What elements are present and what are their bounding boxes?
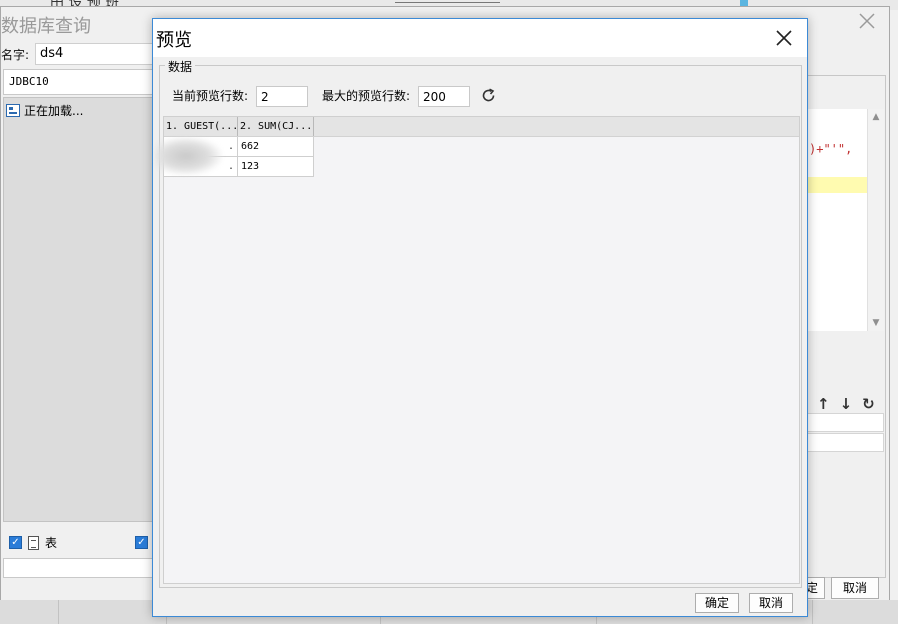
param-toolbar: ↑ ↓ ↻ bbox=[817, 395, 875, 413]
sql-scrollbar[interactable]: ▲ ▼ bbox=[867, 109, 884, 331]
sql-code-line: )+"'", bbox=[809, 142, 853, 156]
background-cancel-button[interactable]: 取消 bbox=[831, 577, 879, 599]
param-field-2[interactable] bbox=[807, 433, 884, 452]
scroll-down-icon[interactable]: ▼ bbox=[868, 315, 884, 331]
scroll-up-icon[interactable]: ▲ bbox=[868, 109, 884, 125]
max-rows-input[interactable] bbox=[418, 86, 470, 107]
table-icon bbox=[28, 535, 39, 550]
column-header-1[interactable]: 1. GUEST(... bbox=[164, 117, 238, 136]
connection-select[interactable]: JDBC10 bbox=[3, 69, 161, 95]
sql-editor[interactable]: )+"'", bbox=[807, 109, 869, 331]
preview-dialog: 预览 数据 当前预览行数: 最大的预览行数: 1. GUEST(... 2. S… bbox=[152, 18, 808, 617]
table-cell[interactable]: 662 bbox=[238, 137, 314, 157]
table-checkbox-label: 表 bbox=[45, 536, 58, 550]
preview-title: 预览 bbox=[156, 30, 192, 51]
close-icon[interactable] bbox=[773, 27, 795, 49]
tree-item-label: 正在加载... bbox=[24, 104, 84, 118]
table-filter-row: ✓ 表 bbox=[9, 534, 57, 551]
current-line-highlight bbox=[807, 177, 869, 193]
name-label: 名字: bbox=[1, 48, 30, 62]
close-icon[interactable] bbox=[856, 10, 878, 32]
tree-node-icon bbox=[6, 104, 20, 117]
refresh-icon[interactable]: ↻ bbox=[862, 395, 875, 413]
table-tree[interactable]: 正在加载... bbox=[3, 97, 161, 522]
param-field-1[interactable] bbox=[807, 413, 884, 432]
column-header-2[interactable]: 2. SUM(CJ... bbox=[238, 117, 314, 136]
tree-search-input[interactable] bbox=[3, 558, 161, 578]
preview-titlebar: 预览 bbox=[153, 19, 807, 57]
max-rows-label: 最大的预览行数: bbox=[322, 89, 411, 103]
current-rows-label: 当前预览行数: bbox=[172, 89, 249, 103]
view-checkbox[interactable]: ✓ bbox=[135, 536, 148, 549]
redacted-region bbox=[156, 137, 222, 175]
arrow-down-icon[interactable]: ↓ bbox=[840, 395, 853, 413]
refresh-icon[interactable] bbox=[480, 87, 497, 104]
table-cell[interactable]: 123 bbox=[238, 157, 314, 177]
current-rows-input[interactable] bbox=[256, 86, 308, 107]
preview-grid[interactable]: 1. GUEST(... 2. SUM(CJ... . 662 . 123 bbox=[156, 116, 800, 584]
table-checkbox[interactable]: ✓ bbox=[9, 536, 22, 549]
name-input[interactable]: ds4 bbox=[35, 43, 160, 65]
ok-button[interactable]: 确定 bbox=[695, 593, 739, 613]
data-group-title: 数据 bbox=[165, 58, 196, 75]
data-group: 数据 当前预览行数: 最大的预览行数: 1. GUEST(... 2. SUM(… bbox=[156, 58, 802, 588]
database-query-title: 数据库查询 bbox=[1, 16, 91, 37]
grid-header: 1. GUEST(... 2. SUM(CJ... bbox=[164, 117, 799, 137]
cancel-button[interactable]: 取消 bbox=[749, 593, 793, 613]
tree-item-loading: 正在加载... bbox=[6, 102, 83, 119]
arrow-up-icon[interactable]: ↑ bbox=[817, 395, 830, 413]
